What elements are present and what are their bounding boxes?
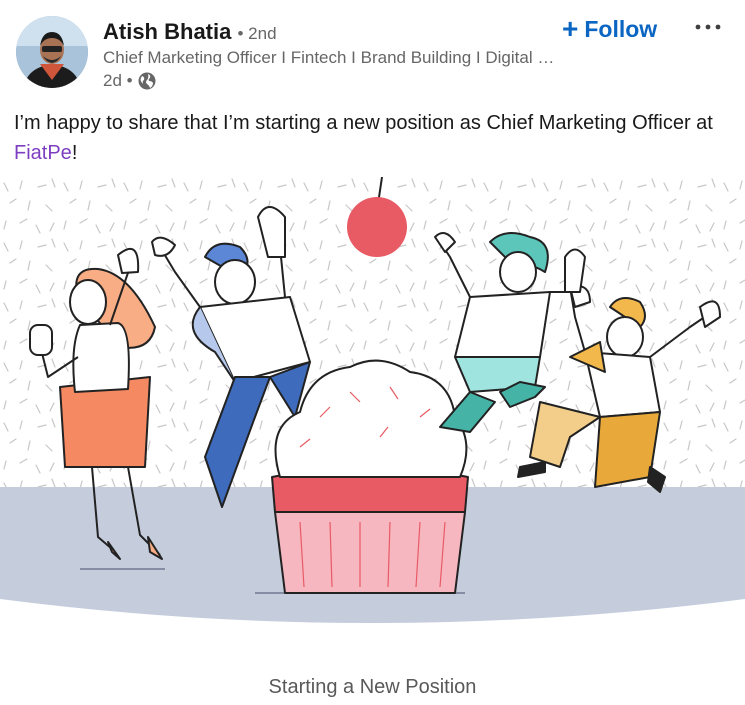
image-caption: Starting a New Position <box>268 676 477 698</box>
author-name-line: Atish Bhatia • 2nd <box>103 18 277 48</box>
company-mention-link[interactable]: FiatPe <box>14 142 72 164</box>
post-text: I’m happy to share that I’m starting a n… <box>14 108 714 168</box>
author-name[interactable]: Atish Bhatia <box>103 19 231 44</box>
post-text-body: I’m happy to share that I’m starting a n… <box>14 112 713 134</box>
post-image[interactable] <box>0 176 745 647</box>
post-meta: 2d • <box>103 70 157 92</box>
follow-button[interactable]: + Follow <box>562 14 657 44</box>
follow-label: Follow <box>584 15 658 42</box>
avatar-photo <box>16 16 88 88</box>
post-text-suffix: ! <box>71 142 78 164</box>
connection-degree: • 2nd <box>237 24 277 43</box>
post-header: Atish Bhatia • 2nd Chief Marketing Offic… <box>0 0 745 100</box>
globe-icon <box>137 71 157 91</box>
celebration-illustration <box>0 176 745 647</box>
more-horizontal-icon <box>695 24 721 30</box>
more-options-button[interactable] <box>692 14 724 42</box>
plus-icon: + <box>562 13 579 44</box>
post-time: 2d • <box>103 71 133 90</box>
author-headline[interactable]: Chief Marketing Officer I Fintech I Bran… <box>103 47 563 69</box>
author-avatar[interactable] <box>16 16 88 88</box>
